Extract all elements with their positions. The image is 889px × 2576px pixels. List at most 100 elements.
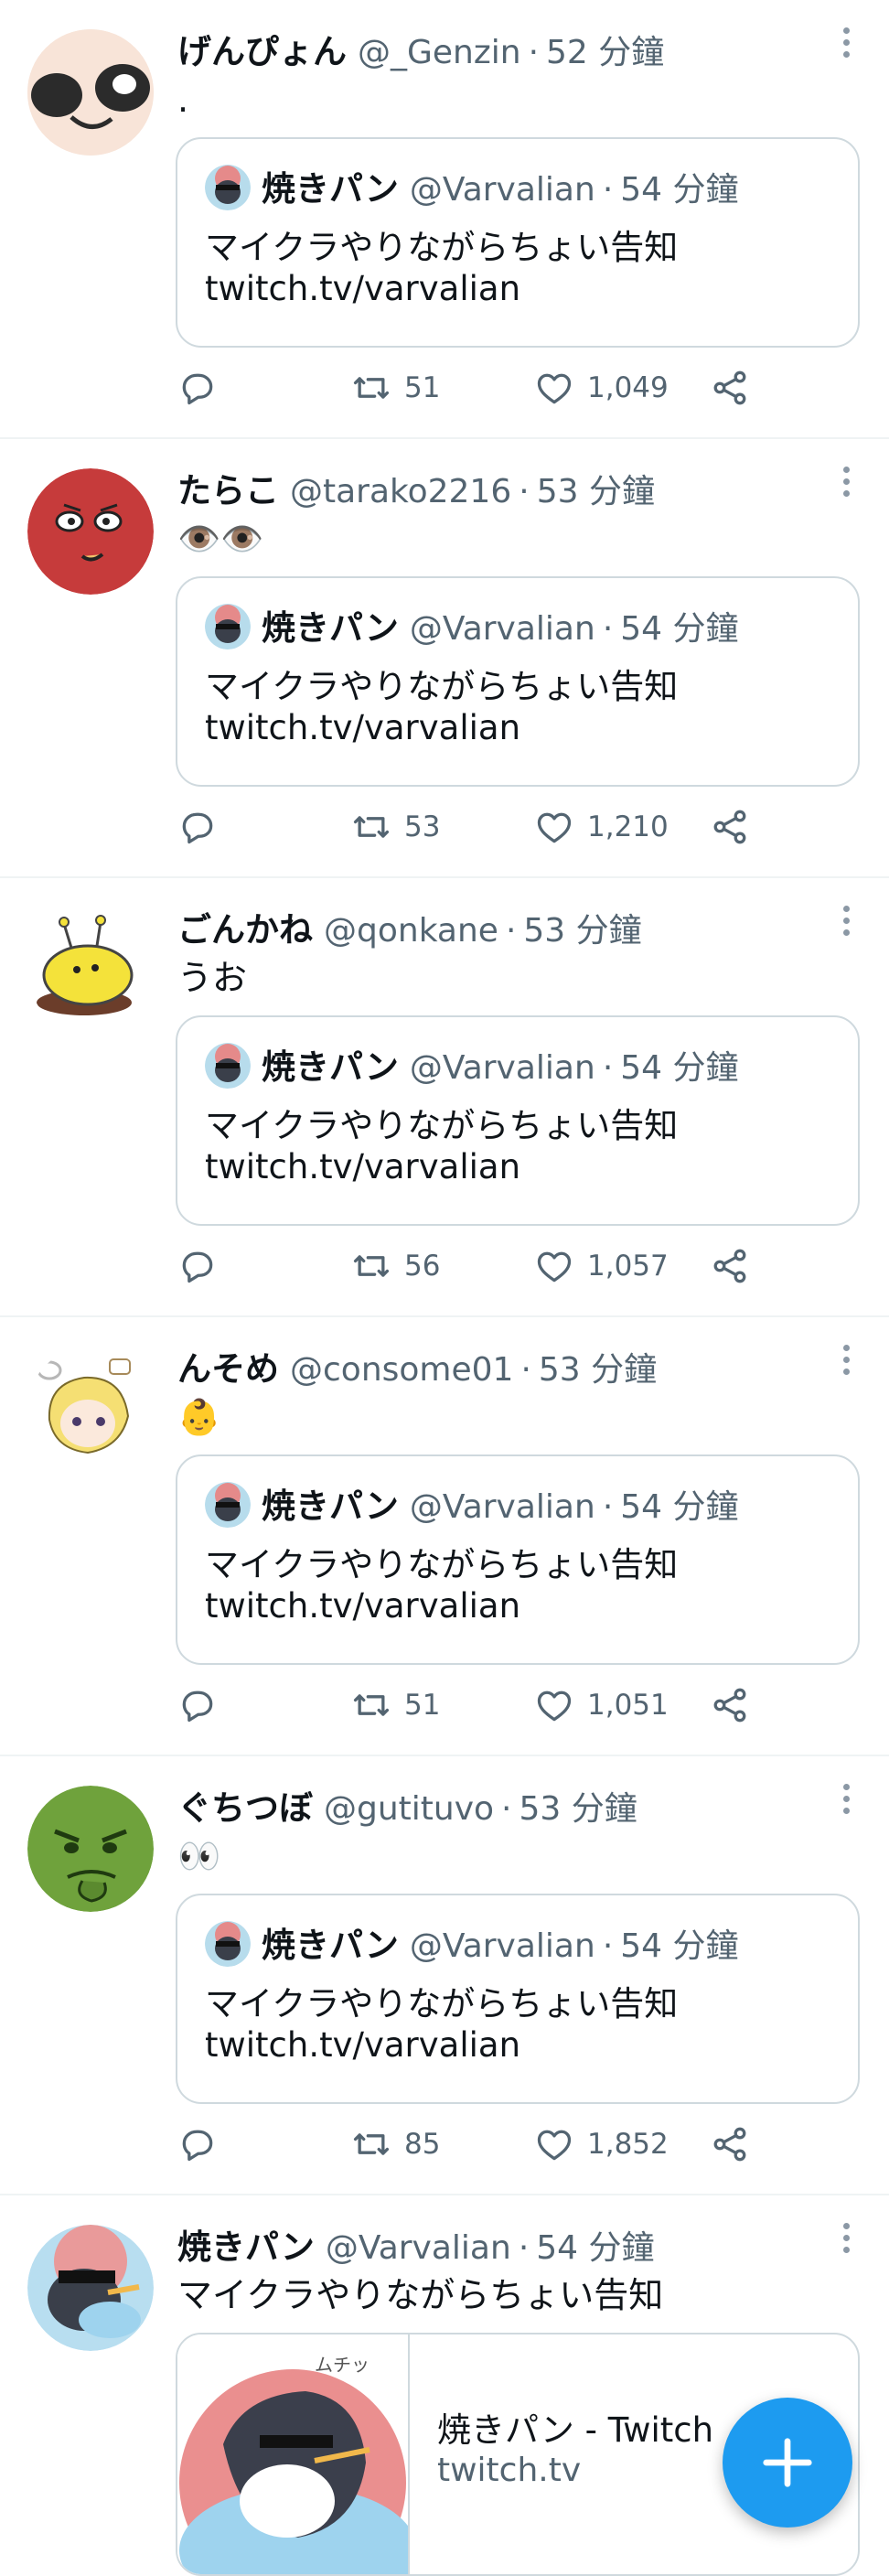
timestamp[interactable]: 53 分鐘 [519,1782,637,1830]
svg-text:ムチッ: ムチッ [315,2354,370,2376]
timestamp[interactable]: 53 分鐘 [523,904,641,951]
tweet[interactable]: ごんかね @qonkane · 53 分鐘 うお 焼きパン @Varvalian… [0,878,889,1317]
tweet[interactable]: ぐちつぼ @gutituvo · 53 分鐘 👀 焼きパン @Varvalian… [0,1756,889,2195]
quoted-text: マイクラやりながらちょい告知 [205,228,679,267]
separator: · [520,1351,531,1389]
separator: · [501,1790,512,1828]
timestamp[interactable]: 53 分鐘 [537,465,655,512]
reply-button[interactable] [177,368,218,408]
heart-icon [537,373,572,404]
tweet[interactable]: げんぴょん @_Genzin · 52 分鐘 . 焼きパン @Varvalian… [0,0,889,439]
display-name[interactable]: げんぴょん [177,24,347,73]
like-button[interactable]: 1,049 [534,368,669,408]
tweet-text: マイクラやりながらちょい告知 [177,2275,664,2315]
quoted-display-name: 焼きパン [262,1926,399,1965]
reply-icon [182,1690,213,1723]
display-name[interactable]: ぐちつぼ [177,1780,313,1830]
separator: · [602,1049,614,1087]
more-icon[interactable] [840,2223,852,2259]
quoted-timestamp: 54 分鐘 [620,1927,739,1965]
quoted-tweet[interactable]: 焼きパン @Varvalian · 54 分鐘 マイクラやりながらちょい告知 t… [176,576,860,787]
quoted-link[interactable]: twitch.tv/varvalian [205,1147,520,1186]
display-name[interactable]: んそめ [177,1341,279,1390]
tweet-actions: 51 1,051 [177,1685,763,1736]
more-icon[interactable] [840,27,852,64]
more-icon[interactable] [840,1784,852,1820]
reply-icon [182,373,213,405]
separator: · [528,34,540,71]
display-name[interactable]: ごんかね [177,902,313,951]
share-icon [713,810,746,844]
display-name[interactable]: 焼きパン [177,2219,315,2269]
user-handle[interactable]: @tarako2216 [290,473,511,510]
user-handle[interactable]: @qonkane [324,912,498,950]
share-icon [713,370,746,405]
user-handle[interactable]: @_Genzin [358,34,521,71]
separator: · [602,1927,614,1965]
share-button[interactable] [710,1246,750,1286]
share-button[interactable] [710,368,750,408]
quoted-link[interactable]: twitch.tv/varvalian [205,1586,520,1626]
more-icon[interactable] [840,1345,852,1381]
reply-button[interactable] [177,1685,218,1725]
share-button[interactable] [710,1685,750,1725]
timestamp[interactable]: 53 分鐘 [539,1343,657,1390]
quoted-tweet[interactable]: 焼きパン @Varvalian · 54 分鐘 マイクラやりながらちょい告知 t… [176,137,860,348]
quoted-tweet[interactable]: 焼きパン @Varvalian · 54 分鐘 マイクラやりながらちょい告知 t… [176,1454,860,1665]
link-card-domain: twitch.tv [437,2452,582,2489]
retweet-icon [353,1255,390,1277]
compose-button[interactable] [723,2398,852,2528]
retweet-button[interactable]: 51 [351,1685,440,1725]
quoted-avatar [205,1482,251,1528]
reply-button[interactable] [177,1246,218,1286]
more-icon[interactable] [840,467,852,503]
like-count: 1,051 [587,1689,669,1722]
retweet-button[interactable]: 56 [351,1246,440,1286]
retweet-button[interactable]: 85 [351,2124,440,2164]
avatar[interactable] [27,2225,154,2351]
like-button[interactable]: 1,057 [534,1246,669,1286]
quoted-handle: @Varvalian [409,171,595,209]
retweet-button[interactable]: 51 [351,368,440,408]
tweet-text: 👶 [177,1397,221,1437]
user-handle[interactable]: @gutituvo [324,1790,494,1828]
avatar[interactable] [27,1786,154,1912]
like-button[interactable]: 1,210 [534,807,669,847]
retweet-count: 51 [404,371,441,404]
avatar[interactable] [27,1347,154,1473]
tweet[interactable]: たらこ @tarako2216 · 53 分鐘 👁️👁️ 焼きパン @Varva… [0,439,889,878]
like-button[interactable]: 1,852 [534,2124,669,2164]
tweet-actions: 53 1,210 [177,807,763,858]
like-button[interactable]: 1,051 [534,1685,669,1725]
tweet[interactable]: んそめ @consome01 · 53 分鐘 👶 焼きパン @Varvalian… [0,1317,889,1756]
user-handle[interactable]: @consome01 [290,1351,513,1389]
quoted-timestamp: 54 分鐘 [620,1049,739,1087]
quoted-handle: @Varvalian [409,1927,595,1965]
quoted-handle: @Varvalian [409,1049,595,1087]
reply-button[interactable] [177,807,218,847]
quoted-text: マイクラやりながらちょい告知 [205,667,679,706]
quoted-link[interactable]: twitch.tv/varvalian [205,269,520,308]
quoted-avatar [205,604,251,649]
quoted-link[interactable]: twitch.tv/varvalian [205,708,520,747]
separator: · [519,473,530,510]
quoted-avatar [205,165,251,210]
like-count: 1,852 [587,2128,669,2161]
display-name[interactable]: たらこ [177,463,279,512]
avatar[interactable] [27,29,154,156]
share-button[interactable] [710,2124,750,2164]
reply-button[interactable] [177,2124,218,2164]
user-handle[interactable]: @Varvalian [326,2229,511,2267]
avatar[interactable] [27,907,154,1034]
plus-icon [763,2438,812,2487]
quoted-tweet[interactable]: 焼きパン @Varvalian · 54 分鐘 マイクラやりながらちょい告知 t… [176,1894,860,2104]
quoted-display-name: 焼きパン [262,1047,399,1087]
share-button[interactable] [710,807,750,847]
timestamp[interactable]: 52 分鐘 [546,26,664,73]
timestamp[interactable]: 54 分鐘 [536,2221,654,2269]
more-icon[interactable] [840,906,852,942]
quoted-tweet[interactable]: 焼きパン @Varvalian · 54 分鐘 マイクラやりながらちょい告知 t… [176,1015,860,1226]
quoted-link[interactable]: twitch.tv/varvalian [205,2025,520,2065]
retweet-button[interactable]: 53 [351,807,440,847]
avatar[interactable] [27,468,154,595]
